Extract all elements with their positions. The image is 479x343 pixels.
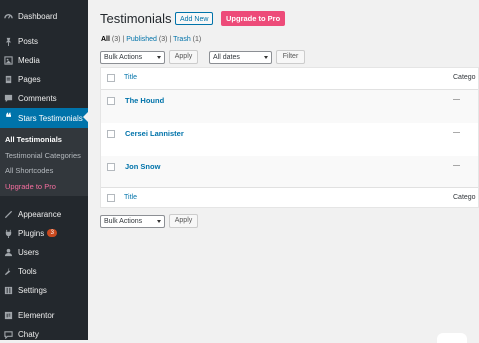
- elementor-icon: [4, 311, 13, 320]
- testimonials-submenu: All Testimonials Testimonial Categories …: [0, 128, 88, 196]
- table-footer: Title Catego: [101, 187, 478, 208]
- filter-button[interactable]: Filter: [276, 50, 305, 64]
- menu-elementor[interactable]: Elementor: [0, 306, 88, 324]
- menu-appearance[interactable]: Appearance: [0, 205, 88, 223]
- chevron-down-icon: [157, 56, 161, 59]
- menu-plugins[interactable]: Plugins 3: [0, 224, 88, 242]
- media-icon: [4, 55, 13, 65]
- menu-label: Tools: [18, 266, 37, 276]
- select-value: Bulk Actions: [104, 218, 143, 225]
- table-row: Jon Snow —: [101, 156, 478, 187]
- row-category: —: [453, 129, 460, 136]
- view-separator: |: [169, 36, 172, 43]
- comment-icon: [4, 94, 13, 103]
- menu-stars-testimonials[interactable]: ❝ Stars Testimonials: [0, 108, 88, 128]
- column-category-header: Catego: [453, 74, 476, 81]
- submenu-upgrade-to-pro[interactable]: Upgrade to Pro: [5, 182, 56, 191]
- row-checkbox[interactable]: [107, 97, 115, 105]
- select-value: Bulk Actions: [104, 54, 143, 61]
- view-count: (1): [192, 36, 202, 43]
- menu-chaty[interactable]: Chaty: [0, 325, 88, 343]
- pin-icon: [4, 37, 13, 46]
- floating-widget-edge[interactable]: [437, 333, 467, 343]
- menu-label: Comments: [18, 93, 57, 103]
- testimonial-title-link[interactable]: The Hound: [125, 96, 164, 105]
- menu-label: Stars Testimonials: [18, 113, 83, 123]
- menu-posts[interactable]: Posts: [0, 32, 88, 50]
- view-count: (3): [158, 36, 168, 43]
- main-content: Testimonials Add New Upgrade to Pro All …: [88, 0, 479, 340]
- menu-label: Dashboard: [18, 11, 58, 21]
- menu-dashboard[interactable]: Dashboard: [0, 7, 88, 25]
- bulk-actions-select-top[interactable]: Bulk Actions: [100, 51, 165, 64]
- column-category-footer: Catego: [453, 194, 476, 201]
- submenu-all-testimonials[interactable]: All Testimonials: [5, 135, 62, 144]
- testimonial-title-link[interactable]: Cersei Lannister: [125, 129, 184, 138]
- table-row: Cersei Lannister —: [101, 123, 478, 156]
- menu-users[interactable]: Users: [0, 243, 88, 261]
- apply-button-top[interactable]: Apply: [169, 50, 198, 64]
- menu-label: Posts: [18, 36, 39, 46]
- chevron-down-icon: [264, 56, 268, 59]
- view-separator: |: [122, 36, 125, 43]
- select-value: All dates: [213, 54, 240, 61]
- settings-icon: [4, 286, 13, 295]
- dates-select[interactable]: All dates: [209, 51, 272, 64]
- menu-tools[interactable]: Tools: [0, 262, 88, 280]
- menu-label: Users: [18, 247, 39, 257]
- upgrade-to-pro-button[interactable]: Upgrade to Pro: [221, 11, 286, 26]
- brush-icon: [4, 210, 13, 219]
- menu-label: Appearance: [18, 209, 62, 219]
- wrench-icon: [4, 267, 13, 276]
- row-checkbox[interactable]: [107, 163, 115, 171]
- submenu-all-shortcodes[interactable]: All Shortcodes: [5, 166, 53, 175]
- table-header: Title Catego: [101, 68, 478, 90]
- view-all[interactable]: All: [101, 36, 110, 43]
- admin-sidebar: Dashboard Posts Media Pages Comments ❝ S…: [0, 0, 88, 340]
- menu-media[interactable]: Media: [0, 51, 88, 69]
- menu-label: Plugins: [18, 228, 45, 238]
- menu-label: Pages: [18, 74, 41, 84]
- status-views: All (3) | Published (3) | Trash (1): [101, 36, 201, 43]
- apply-button-bottom[interactable]: Apply: [169, 214, 198, 228]
- menu-comments[interactable]: Comments: [0, 89, 88, 107]
- view-trash[interactable]: Trash: [173, 36, 191, 43]
- menu-label: Settings: [18, 285, 47, 295]
- bulk-actions-select-bottom[interactable]: Bulk Actions: [100, 215, 165, 228]
- update-count-badge: 3: [47, 229, 58, 237]
- menu-label: Elementor: [18, 310, 55, 320]
- menu-label: Media: [18, 55, 40, 65]
- page-title: Testimonials: [100, 11, 172, 26]
- menu-label: Chaty: [18, 329, 39, 339]
- menu-settings[interactable]: Settings: [0, 281, 88, 299]
- dashboard-icon: [4, 12, 13, 21]
- submenu-testimonial-categories[interactable]: Testimonial Categories: [5, 151, 81, 160]
- chevron-down-icon: [157, 220, 161, 223]
- table-row: The Hound —: [101, 90, 478, 123]
- menu-pages[interactable]: Pages: [0, 70, 88, 88]
- view-published[interactable]: Published: [126, 36, 157, 43]
- select-all-checkbox-bottom[interactable]: [107, 194, 115, 202]
- user-icon: [4, 248, 13, 257]
- pages-icon: [4, 75, 13, 84]
- row-category: —: [453, 162, 460, 169]
- row-category: —: [453, 96, 460, 103]
- plugin-icon: [4, 229, 13, 238]
- add-new-button[interactable]: Add New: [175, 12, 214, 25]
- testimonial-title-link[interactable]: Jon Snow: [125, 162, 160, 171]
- quote-icon: ❝: [5, 111, 12, 124]
- column-title-footer[interactable]: Title: [124, 194, 137, 201]
- select-all-checkbox[interactable]: [107, 74, 115, 82]
- row-checkbox[interactable]: [107, 130, 115, 138]
- testimonials-table: Title Catego The Hound — Cersei Lanniste…: [100, 67, 479, 208]
- chat-icon: [4, 330, 13, 339]
- column-title-header[interactable]: Title: [124, 74, 137, 81]
- view-count: (3): [111, 36, 121, 43]
